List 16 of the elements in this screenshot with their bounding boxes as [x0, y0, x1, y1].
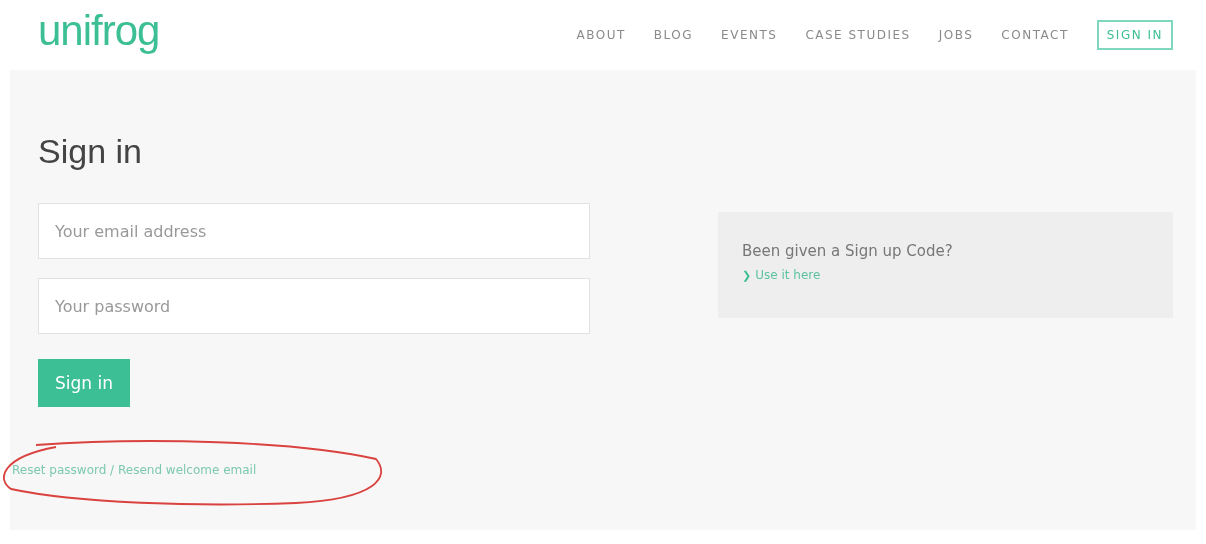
page-title: Sign in: [38, 132, 143, 171]
reset-password-link[interactable]: Reset password / Resend welcome email: [12, 463, 257, 477]
nav-link[interactable]: CASE STUDIES: [805, 28, 911, 42]
sign-in-button[interactable]: SIGN IN: [1096, 20, 1173, 50]
sign-in-button[interactable]: Sign in: [38, 359, 130, 407]
nav-link[interactable]: JOBS: [938, 28, 974, 42]
nav-link[interactable]: BLOG: [653, 28, 694, 42]
signup-question: Been given a Sign up Code?: [742, 242, 954, 260]
use-code-link[interactable]: ❯ Use it here: [742, 268, 1149, 282]
nav-link[interactable]: CONTACT: [1001, 28, 1069, 42]
logo[interactable]: unifrog: [38, 7, 160, 55]
password-field[interactable]: Your password: [38, 278, 590, 334]
nav-link[interactable]: ABOUT: [576, 28, 626, 42]
chevron-icon: ❯: [742, 269, 752, 282]
email-field[interactable]: Your email address: [38, 203, 590, 259]
nav-link[interactable]: EVENTS: [721, 28, 778, 42]
